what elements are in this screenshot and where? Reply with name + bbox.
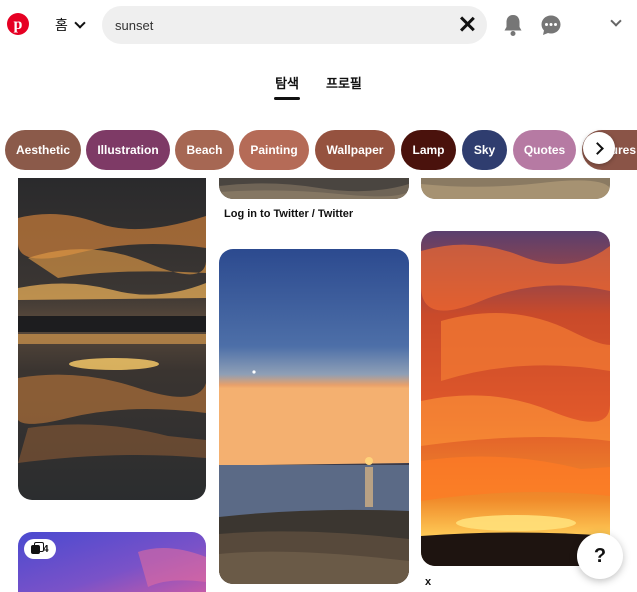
chip-label: Quotes <box>523 143 566 157</box>
chip-label: Lamp <box>412 143 445 157</box>
clear-search-icon[interactable] <box>459 16 475 32</box>
suggestion-chips: Aesthetic Illustration Beach Painting Wa… <box>0 126 637 174</box>
pin-title[interactable]: Log in to Twitter / Twitter <box>224 208 353 220</box>
chat-icon[interactable] <box>540 14 562 36</box>
help-button[interactable]: ? <box>577 533 623 579</box>
multi-image-badge: 4 <box>24 539 56 559</box>
chips-next-button[interactable] <box>583 132 615 164</box>
home-menu-button[interactable]: 홈 <box>55 14 86 36</box>
chip-illustration[interactable]: Illustration <box>86 130 170 170</box>
chip-sky[interactable]: Sky <box>462 130 507 170</box>
chip-wallpaper[interactable]: Wallpaper <box>315 130 395 170</box>
pin-card[interactable] <box>219 178 409 199</box>
chip-beach[interactable]: Beach <box>175 130 234 170</box>
chip-label: Illustration <box>97 143 159 157</box>
bell-icon[interactable] <box>502 13 524 37</box>
tab-explore[interactable]: 탐색 <box>274 72 300 100</box>
chip-label: Wallpaper <box>326 143 384 157</box>
chip-label: Sky <box>473 143 496 157</box>
account-chevron-down-icon[interactable] <box>610 15 622 27</box>
pin-card[interactable] <box>421 178 610 199</box>
pin-card[interactable] <box>421 231 610 566</box>
image-count: 4 <box>43 543 49 555</box>
search-input[interactable] <box>115 17 435 33</box>
pin-image <box>421 231 610 566</box>
tab-bar: 탐색 프로필 <box>0 72 637 104</box>
logo-letter: p <box>13 15 23 33</box>
chevron-down-icon <box>74 17 86 29</box>
pin-card[interactable] <box>18 178 206 500</box>
chip-painting[interactable]: Painting <box>239 130 309 170</box>
chip-lamp[interactable]: Lamp <box>401 130 456 170</box>
home-label: 홈 <box>55 17 68 33</box>
chip-label: Aesthetic <box>15 143 71 157</box>
pin-image <box>219 178 409 199</box>
search-bar[interactable] <box>102 6 487 44</box>
chip-aesthetic[interactable]: Aesthetic <box>5 130 81 170</box>
pinterest-logo-icon[interactable]: p <box>7 13 29 35</box>
chip-label: Beach <box>186 143 223 157</box>
chip-label: Painting <box>250 143 298 157</box>
help-icon: ? <box>593 544 607 567</box>
multi-image-icon <box>31 541 44 554</box>
chip-quotes[interactable]: Quotes <box>513 130 576 170</box>
pin-card[interactable] <box>219 249 409 584</box>
pin-image <box>421 178 610 199</box>
pin-image <box>219 249 409 584</box>
tab-profile[interactable]: 프로필 <box>325 72 363 100</box>
pin-image <box>18 178 206 500</box>
pin-title[interactable]: x <box>425 576 431 588</box>
chevron-right-icon <box>590 141 604 155</box>
header-bar: p 홈 <box>0 0 637 52</box>
